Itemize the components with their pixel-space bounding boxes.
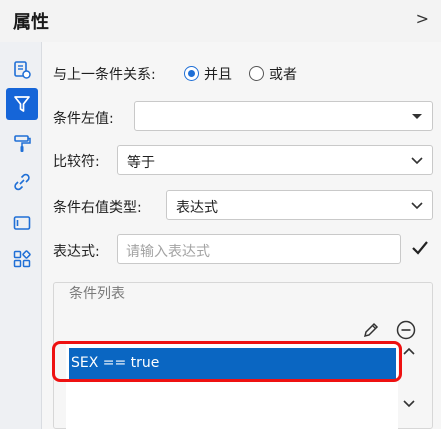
confirm-check-icon[interactable]: [410, 238, 430, 262]
form-icon[interactable]: [6, 54, 38, 86]
operator-label: 比较符:: [53, 154, 100, 170]
side-toolbar: [0, 42, 42, 429]
panel-icon[interactable]: [6, 207, 38, 239]
expression-placeholder: 请输入表达式: [126, 244, 210, 260]
panel-title: 属性: [13, 12, 49, 33]
panel-header: 属性 >: [0, 0, 441, 42]
collapse-chevron-icon[interactable]: >: [416, 9, 429, 28]
remove-circle-icon[interactable]: [395, 319, 417, 345]
grid-icon[interactable]: [6, 243, 38, 275]
radio-and-label[interactable]: 并且: [204, 64, 232, 84]
operator-value: 等于: [127, 155, 155, 171]
expression-label: 表达式:: [53, 244, 100, 260]
link-icon[interactable]: [6, 166, 38, 198]
right-type-select[interactable]: 表达式: [166, 190, 433, 220]
left-value-label: 条件左值:: [53, 111, 114, 127]
condition-list-title: 条件列表: [66, 283, 128, 303]
radio-and[interactable]: [184, 66, 199, 81]
radio-or[interactable]: [249, 66, 264, 81]
chevron-down-icon[interactable]: [410, 196, 424, 218]
move-up-chevron-icon[interactable]: [401, 344, 417, 364]
paint-roller-icon[interactable]: [6, 128, 38, 160]
left-value-combobox[interactable]: [134, 101, 433, 131]
right-type-label: 条件右值类型:: [53, 200, 142, 216]
dropdown-triangle-icon[interactable]: [410, 107, 424, 129]
operator-select[interactable]: 等于: [117, 145, 433, 175]
move-down-chevron-icon[interactable]: [401, 395, 417, 415]
chevron-down-icon[interactable]: [410, 151, 424, 173]
right-type-value: 表达式: [176, 200, 218, 216]
relation-label: 与上一条件关系:: [53, 67, 156, 83]
filter-icon[interactable]: [6, 88, 38, 120]
radio-or-label[interactable]: 或者: [269, 64, 297, 84]
expression-input[interactable]: 请输入表达式: [117, 234, 401, 264]
selection-highlight-box: [52, 341, 402, 382]
